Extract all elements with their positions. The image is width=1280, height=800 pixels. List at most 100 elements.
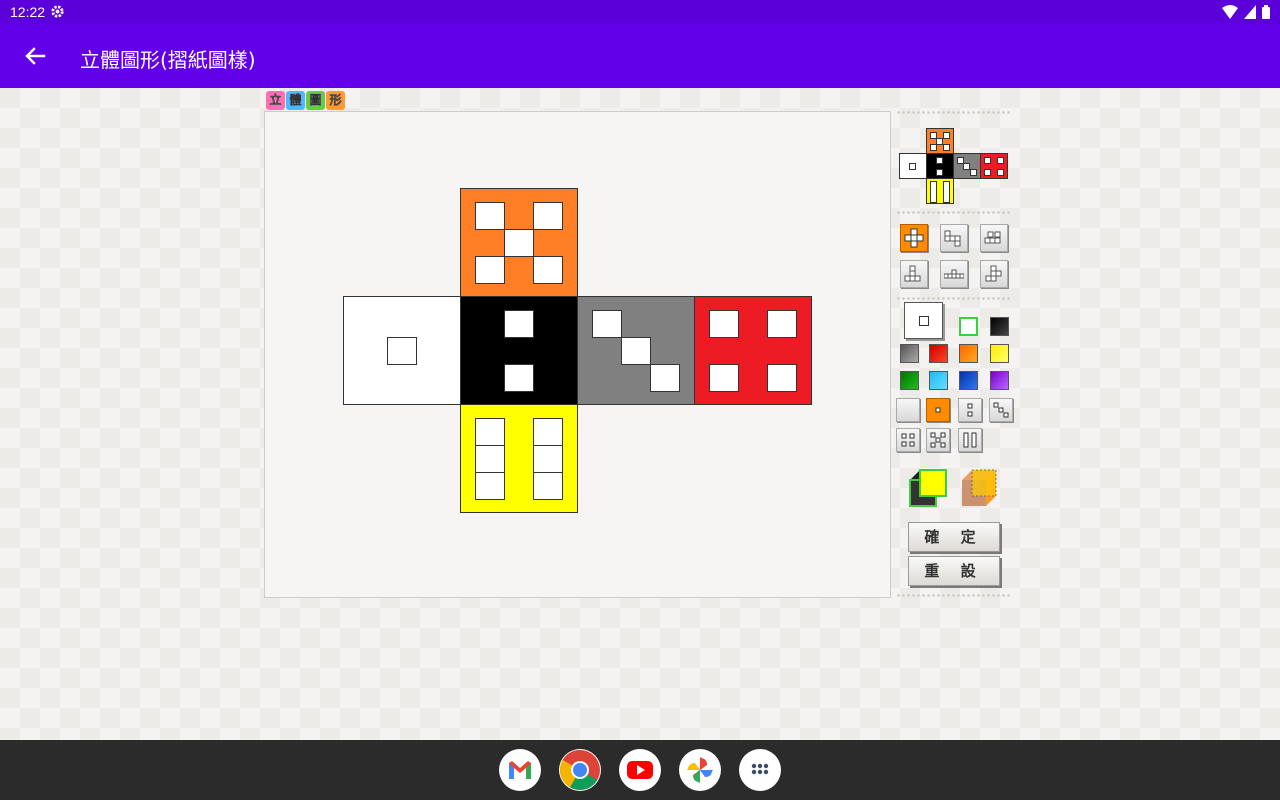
pip [984, 157, 991, 164]
net-type-6-button[interactable] [980, 260, 1008, 288]
logo-char-2: 體 [286, 91, 305, 110]
app-logo: 立 體 圖 形 [266, 91, 345, 111]
pip [963, 163, 970, 170]
net-type-1-button[interactable] [900, 224, 928, 252]
face-bottom[interactable] [460, 404, 578, 513]
color-green-swatch[interactable] [900, 371, 919, 390]
chrome-app-icon[interactable] [559, 749, 601, 791]
clock: 12:22 [10, 4, 46, 20]
face-left[interactable] [343, 296, 461, 405]
color-yellow-swatch[interactable] [990, 344, 1009, 363]
net-type-4-button[interactable] [900, 260, 928, 288]
app-dock [0, 740, 1280, 800]
pip [475, 256, 505, 284]
pip [621, 337, 651, 365]
pip [936, 169, 943, 176]
pip [475, 445, 505, 473]
pattern-blank-button[interactable] [896, 398, 920, 422]
color-red-swatch[interactable] [929, 344, 948, 363]
pip [984, 169, 991, 176]
status-bar: 12:22 [0, 0, 1280, 24]
divider [896, 593, 1010, 599]
mini-face-left [899, 153, 927, 179]
color-cyan-swatch[interactable] [929, 371, 948, 390]
cube-net-canvas[interactable] [264, 111, 891, 598]
color-purple-swatch[interactable] [990, 371, 1009, 390]
pattern-five-icon [930, 432, 946, 448]
logo-char-3: 圖 [306, 91, 325, 110]
pip [504, 310, 534, 338]
navigation-bar [0, 740, 1280, 800]
pip [997, 169, 1004, 176]
pip [533, 418, 563, 446]
pattern-five-button[interactable] [926, 428, 950, 452]
face-right-1[interactable] [577, 296, 695, 405]
pip [650, 364, 680, 392]
app-drawer-icon[interactable] [739, 749, 781, 791]
face-center[interactable] [460, 296, 578, 405]
pip [767, 310, 797, 338]
logo-char-4: 形 [326, 91, 345, 110]
pip [475, 202, 505, 230]
pip [709, 310, 739, 338]
pip [909, 163, 916, 170]
cross-net-icon [904, 228, 924, 248]
net-type-3-button[interactable] [980, 224, 1008, 252]
pip [533, 445, 563, 473]
settings-gear-icon [51, 5, 64, 18]
logo-char-1: 立 [266, 91, 285, 110]
pip [533, 256, 563, 284]
pip [387, 337, 417, 365]
mini-face-bottom [926, 178, 954, 204]
pip [767, 364, 797, 392]
mini-face-top [926, 128, 954, 154]
back-arrow-icon[interactable] [22, 44, 50, 68]
pip [943, 181, 950, 203]
face-right-2[interactable] [694, 296, 812, 405]
photos-app-icon[interactable] [679, 749, 721, 791]
youtube-app-icon[interactable] [619, 749, 661, 791]
color-black-swatch[interactable] [990, 317, 1009, 336]
pattern-one-button[interactable] [926, 398, 950, 422]
divider [896, 210, 1010, 216]
color-blue-swatch[interactable] [959, 371, 978, 390]
mini-face-center [926, 153, 954, 179]
pattern-three-button[interactable] [989, 398, 1013, 422]
mini-face-right-1 [953, 153, 981, 179]
pip [709, 364, 739, 392]
pattern-six-button[interactable] [958, 428, 982, 452]
transparent-cube-icon[interactable] [958, 466, 1000, 508]
pip [943, 144, 950, 151]
pattern-two-button[interactable] [958, 398, 982, 422]
content-area: 立 體 圖 形 確 定 重 設 [0, 88, 1280, 740]
pip [936, 138, 943, 145]
pattern-four-button[interactable] [896, 428, 920, 452]
signal-icon [1244, 5, 1256, 19]
net-type-5-button[interactable] [940, 260, 968, 288]
page-title: 立體圖形(摺紙圖樣) [80, 48, 256, 72]
pip [936, 157, 943, 164]
pip [943, 132, 950, 139]
pip [930, 181, 937, 203]
system-icons [1222, 5, 1270, 19]
net-shape-icon [984, 231, 1001, 244]
pip [592, 310, 622, 338]
color-white-swatch[interactable] [959, 317, 978, 336]
pip [970, 169, 977, 176]
gmail-app-icon[interactable] [499, 749, 541, 791]
color-gray-swatch[interactable] [900, 344, 919, 363]
pattern-six-icon [963, 432, 977, 448]
mini-face-right-2 [980, 153, 1008, 179]
confirm-button[interactable]: 確 定 [908, 522, 1000, 552]
face-top[interactable] [460, 188, 578, 297]
net-preview [899, 128, 1009, 206]
pattern-one-icon [935, 407, 941, 413]
pip [533, 472, 563, 500]
reset-button[interactable]: 重 設 [908, 556, 1000, 586]
net-type-2-button[interactable] [940, 224, 968, 252]
pattern-three-icon [993, 402, 1009, 418]
net-shape-icon [985, 265, 1002, 282]
color-orange-swatch[interactable] [959, 344, 978, 363]
solid-cube-icon[interactable] [906, 466, 948, 508]
pattern-four-icon [901, 433, 915, 447]
